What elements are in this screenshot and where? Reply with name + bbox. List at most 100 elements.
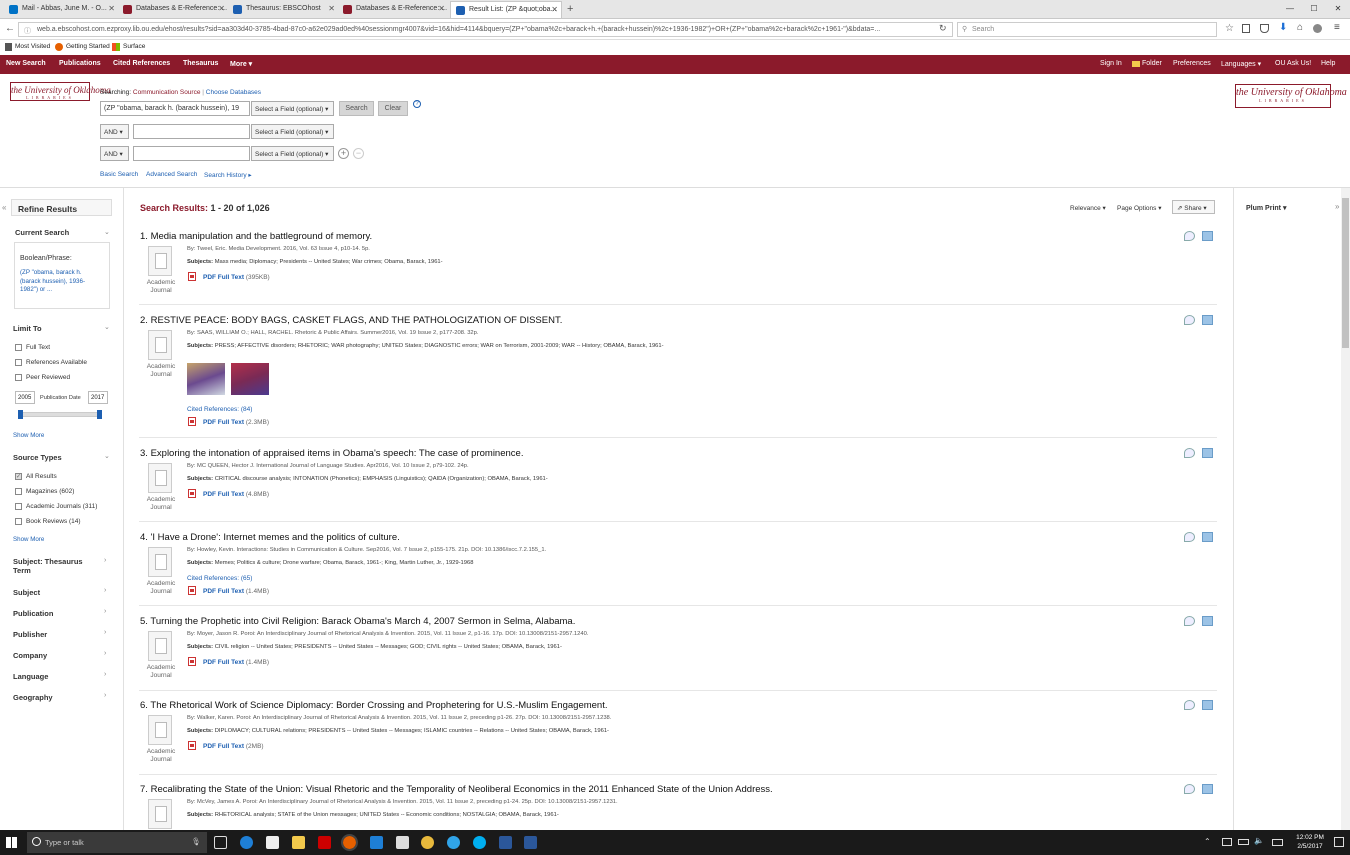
nav-help[interactable]: Help — [1321, 60, 1335, 67]
chevron-right-icon[interactable]: › — [104, 650, 106, 657]
pdf-full-text-link[interactable]: PDF Full Text (2MB) — [203, 743, 264, 750]
result-title-text[interactable]: The Rhetorical Work of Science Diplomacy… — [150, 700, 607, 711]
result-thumbnail[interactable] — [231, 363, 269, 395]
preview-magnifier-icon[interactable] — [1184, 448, 1195, 458]
close-icon[interactable]: ✕ — [438, 4, 445, 13]
firefox-taskbar-icon[interactable] — [341, 834, 358, 851]
pdf-full-text-link[interactable]: PDF Full Text (2.3MB) — [203, 419, 269, 426]
bookmark-star-icon[interactable]: ☆ — [1225, 23, 1234, 34]
date-to-input[interactable]: 2017 — [88, 391, 108, 404]
close-icon[interactable]: ✕ — [328, 4, 335, 13]
pdf-full-text-link[interactable]: PDF Full Text (1.4MB) — [203, 588, 269, 595]
pdf-link-label[interactable]: PDF Full Text — [203, 491, 244, 498]
battery-icon[interactable] — [1238, 839, 1249, 845]
chevron-down-icon[interactable]: ⌄ — [104, 323, 110, 331]
result-title-text[interactable]: Recalibrating the State of the Union: Vi… — [151, 784, 773, 795]
add-to-folder-icon[interactable] — [1202, 784, 1213, 794]
nav-languages[interactable]: Languages ▾ — [1221, 60, 1261, 68]
task-view-icon[interactable] — [214, 836, 227, 849]
tray-up-icon[interactable]: ⌃ — [1204, 837, 1211, 846]
preview-magnifier-icon[interactable] — [1184, 532, 1195, 542]
result-title[interactable]: 2. RESTIVE PEACE: BODY BAGS, CASKET FLAG… — [140, 315, 562, 326]
preview-magnifier-icon[interactable] — [1184, 700, 1195, 710]
calculator-icon[interactable] — [396, 836, 409, 849]
pdf-icon[interactable] — [188, 272, 196, 281]
windows-start-icon[interactable] — [6, 837, 17, 848]
clock[interactable]: 12:02 PM 2/5/2017 — [1290, 833, 1330, 851]
plum-print-dropdown[interactable]: Plum Print ▾ — [1246, 204, 1286, 212]
menu-icon[interactable]: ≡ — [1334, 22, 1340, 33]
home-icon[interactable]: ⌂ — [1297, 22, 1303, 33]
university-logo-left[interactable]: the University of Oklahoma LIBRARIES — [10, 82, 111, 101]
window-close-icon[interactable]: ✕ — [1326, 0, 1350, 19]
browser-tab[interactable]: Mail - Abbas, June M. - O... ✕ — [4, 1, 118, 18]
chevron-down-icon[interactable]: ⌄ — [104, 228, 110, 236]
search-history-link[interactable]: Search History ▸ — [204, 171, 252, 179]
university-logo-right[interactable]: the University of Oklahoma LIBRARIES — [1235, 84, 1347, 108]
boolean-value[interactable]: (ZP "obama, barack h. (barack hussein), … — [20, 269, 90, 295]
bookmark-getting-started[interactable]: Getting Started — [66, 43, 110, 50]
page-scrollbar[interactable] — [1341, 188, 1350, 830]
document-icon[interactable] — [148, 547, 172, 577]
document-icon[interactable] — [148, 715, 172, 745]
result-title[interactable]: 5. Turning the Prophetic into Civil Reli… — [140, 616, 575, 627]
date-slider-end-handle[interactable] — [97, 410, 102, 419]
add-to-folder-icon[interactable] — [1202, 231, 1213, 241]
bookmark-most-visited[interactable]: Most Visited — [15, 43, 50, 50]
word-icon-2[interactable] — [524, 836, 537, 849]
browser-tab-active[interactable]: Result List: (ZP &quot;oba... ✕ — [450, 1, 562, 18]
pdf-icon[interactable] — [188, 657, 196, 666]
pdf-icon[interactable] — [188, 417, 196, 426]
choose-databases-link[interactable]: Choose Databases — [206, 89, 261, 96]
edge-icon[interactable] — [240, 836, 253, 849]
result-title-text[interactable]: Exploring the intonation of appraised it… — [151, 448, 524, 459]
page-options-dropdown[interactable]: Page Options ▾ — [1117, 204, 1161, 212]
pdf-full-text-link[interactable]: PDF Full Text (4.8MB) — [203, 491, 269, 498]
preview-magnifier-icon[interactable] — [1184, 616, 1195, 626]
close-icon[interactable]: ✕ — [218, 4, 225, 13]
word-icon[interactable] — [499, 836, 512, 849]
result-title-text[interactable]: 'I Have a Drone': Internet memes and the… — [151, 532, 400, 543]
pdf-link-label[interactable]: PDF Full Text — [203, 274, 244, 281]
close-icon[interactable]: ✕ — [551, 5, 558, 14]
facet-thesaurus-term[interactable]: Subject: Thesaurus Term — [13, 557, 98, 575]
pdf-icon[interactable] — [188, 489, 196, 498]
info-icon[interactable]: ⓘ — [24, 26, 31, 36]
preview-magnifier-icon[interactable] — [1184, 315, 1195, 325]
cited-references-link[interactable]: Cited References: (84) — [187, 406, 252, 413]
maximize-icon[interactable]: ☐ — [1302, 0, 1326, 19]
facet-publisher[interactable]: Publisher — [13, 630, 47, 639]
collapse-left-icon[interactable]: « — [2, 203, 6, 212]
limit-to-heading[interactable]: Limit To — [13, 324, 42, 333]
back-icon[interactable]: ← — [5, 23, 15, 34]
pdf-icon[interactable] — [188, 586, 196, 595]
pdf-icon[interactable] — [188, 741, 196, 750]
chevron-right-icon[interactable]: › — [104, 629, 106, 636]
document-icon[interactable] — [148, 631, 172, 661]
result-title[interactable]: 3. Exploring the intonation of appraised… — [140, 448, 523, 459]
collapse-right-icon[interactable]: » — [1335, 202, 1339, 211]
full-text-checkbox[interactable] — [15, 344, 22, 351]
add-row-icon[interactable]: + — [338, 148, 349, 159]
add-to-folder-icon[interactable] — [1202, 616, 1213, 626]
skype-icon[interactable] — [473, 836, 486, 849]
pdf-full-text-link[interactable]: PDF Full Text (395KB) — [203, 274, 270, 281]
document-icon[interactable] — [148, 799, 172, 829]
help-icon[interactable]: ? — [413, 100, 421, 108]
book-reviews-checkbox[interactable] — [15, 518, 22, 525]
preview-magnifier-icon[interactable] — [1184, 784, 1195, 794]
nav-new-search[interactable]: New Search — [6, 60, 46, 67]
nav-preferences[interactable]: Preferences — [1173, 60, 1211, 67]
remove-row-icon[interactable]: − — [353, 148, 364, 159]
clear-button[interactable]: Clear — [378, 101, 408, 116]
pocket-icon[interactable] — [1260, 24, 1269, 33]
nav-folder[interactable]: Folder — [1142, 60, 1162, 67]
facet-geography[interactable]: Geography — [13, 693, 53, 702]
add-to-folder-icon[interactable] — [1202, 532, 1213, 542]
nav-publications[interactable]: Publications — [59, 60, 101, 67]
nav-sign-in[interactable]: Sign In — [1100, 60, 1122, 67]
search-button[interactable]: Search — [339, 101, 374, 116]
result-title[interactable]: 7. Recalibrating the State of the Union:… — [140, 784, 773, 795]
facet-subject[interactable]: Subject — [13, 588, 40, 597]
current-search-heading[interactable]: Current Search — [15, 228, 69, 237]
